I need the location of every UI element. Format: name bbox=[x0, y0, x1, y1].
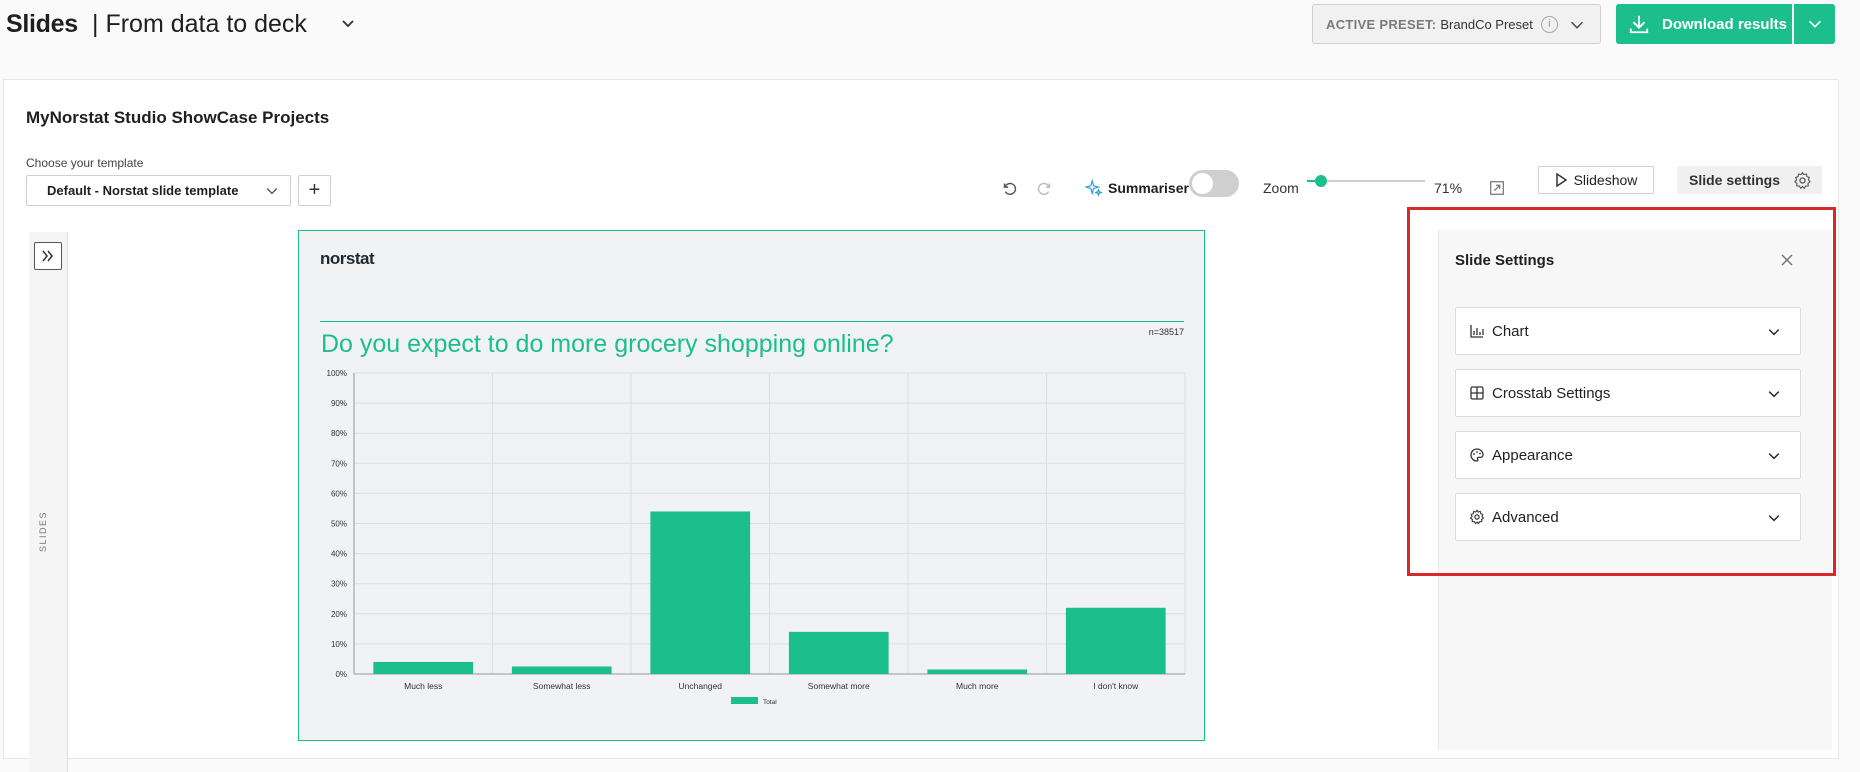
undo-button[interactable] bbox=[1000, 172, 1018, 204]
project-title[interactable]: | From data to deck bbox=[92, 10, 307, 39]
table-icon bbox=[1470, 386, 1484, 400]
chevron-down-icon bbox=[1768, 515, 1780, 522]
chevron-down-icon bbox=[1768, 391, 1780, 398]
chart-bar bbox=[1065, 607, 1166, 674]
chevron-down-icon bbox=[1808, 20, 1821, 28]
chart-bar bbox=[373, 661, 474, 674]
crosstab-section-label: Crosstab Settings bbox=[1492, 384, 1611, 402]
palette-icon bbox=[1470, 448, 1484, 462]
zoom-value: 71% bbox=[1434, 180, 1463, 196]
y-tick-label: 80% bbox=[331, 429, 347, 438]
summariser-control: Summariser bbox=[1085, 172, 1189, 204]
chart-bar bbox=[511, 666, 612, 674]
play-icon bbox=[1555, 173, 1567, 187]
project-name: MyNorstat Studio ShowCase Projects bbox=[26, 108, 330, 127]
summariser-toggle[interactable] bbox=[1189, 170, 1239, 197]
x-tick-label: Somewhat more bbox=[808, 681, 870, 691]
zoom-slider-thumb[interactable] bbox=[1315, 175, 1328, 187]
y-tick-label: 40% bbox=[331, 550, 347, 559]
chart-section[interactable]: Chart bbox=[1455, 307, 1801, 355]
template-value: Default - Norstat slide template bbox=[47, 183, 239, 198]
y-tick-label: 90% bbox=[331, 399, 347, 408]
summariser-label: Summariser bbox=[1108, 180, 1189, 196]
chart-bar bbox=[650, 511, 751, 674]
y-tick-label: 50% bbox=[331, 520, 347, 529]
slides-rail-label: SLIDES bbox=[38, 510, 48, 552]
y-tick-label: 100% bbox=[327, 369, 347, 378]
chart-bar bbox=[927, 669, 1028, 674]
gear-icon bbox=[1469, 509, 1485, 525]
gear-icon bbox=[1794, 171, 1811, 190]
advanced-section-label: Advanced bbox=[1492, 508, 1559, 526]
x-tick-label: Unchanged bbox=[679, 681, 723, 691]
x-tick-label: I don't know bbox=[1093, 681, 1139, 691]
chart-section-label: Chart bbox=[1492, 322, 1529, 340]
preset-label: ACTIVE PRESET: bbox=[1326, 16, 1437, 32]
legend-swatch bbox=[731, 697, 758, 704]
bar-chart: 0% 10% 20% 30% 40% 50% 60% 70% 80% 90% 100% Much le… bbox=[327, 369, 1186, 706]
chevron-down-icon bbox=[1768, 453, 1780, 460]
panel-title: Slide Settings bbox=[1455, 252, 1555, 269]
top-bar: Slides | From data to deck ACTIVE PRESET… bbox=[0, 0, 1860, 78]
chevron-down-icon bbox=[1768, 329, 1780, 336]
appearance-section-label: Appearance bbox=[1492, 446, 1573, 464]
expand-icon bbox=[1490, 181, 1504, 195]
template-label: Choose your template bbox=[26, 156, 144, 170]
bar-chart-icon bbox=[1470, 325, 1484, 338]
undo-icon bbox=[1003, 182, 1017, 195]
x-tick-label: Much more bbox=[956, 681, 999, 691]
zoom-slider[interactable] bbox=[1307, 175, 1425, 187]
slide-settings-panel: Slide Settings Chart Crosstab Settings A… bbox=[1438, 230, 1832, 750]
appearance-section[interactable]: Appearance bbox=[1455, 431, 1801, 479]
double-chevron-right-icon bbox=[42, 250, 53, 262]
slide-settings-button[interactable]: Slide settings bbox=[1677, 166, 1822, 194]
slides-rail: SLIDES bbox=[29, 232, 68, 772]
expand-rail-button[interactable] bbox=[34, 242, 62, 270]
slide-canvas[interactable]: norstat n=38517 Do you expect to do more… bbox=[298, 230, 1205, 741]
chevron-down-icon[interactable] bbox=[338, 14, 358, 34]
y-tick-label: 10% bbox=[331, 640, 347, 649]
chevron-down-icon bbox=[266, 188, 278, 195]
slideshow-label: Slideshow bbox=[1573, 172, 1638, 188]
template-select[interactable]: Default - Norstat slide template bbox=[26, 175, 291, 206]
y-tick-label: 70% bbox=[331, 459, 347, 468]
sparkle-icon bbox=[1085, 179, 1103, 197]
download-results-button[interactable]: Download results bbox=[1616, 4, 1792, 44]
download-icon bbox=[1629, 15, 1649, 34]
toggle-knob bbox=[1192, 173, 1213, 194]
x-tick-label: Somewhat less bbox=[533, 681, 591, 691]
slide-settings-label: Slide settings bbox=[1689, 172, 1781, 188]
y-tick-label: 60% bbox=[331, 489, 347, 498]
active-preset-dropdown[interactable]: ACTIVE PRESET: BrandCo Preset i bbox=[1312, 4, 1601, 44]
y-tick-label: 30% bbox=[331, 580, 347, 589]
download-label: Download results bbox=[1662, 15, 1788, 33]
fit-to-screen-button[interactable] bbox=[1488, 172, 1506, 204]
add-template-button[interactable]: + bbox=[298, 175, 331, 206]
advanced-section[interactable]: Advanced bbox=[1455, 493, 1801, 541]
crosstab-settings-section[interactable]: Crosstab Settings bbox=[1455, 369, 1801, 417]
legend-label: Total bbox=[763, 699, 777, 706]
chevron-down-icon bbox=[1571, 21, 1583, 29]
close-icon[interactable] bbox=[1779, 252, 1795, 268]
y-tick-label: 20% bbox=[331, 610, 347, 619]
zoom-label: Zoom bbox=[1263, 180, 1299, 196]
redo-icon bbox=[1037, 182, 1051, 195]
preset-value: BrandCo Preset bbox=[1440, 16, 1533, 32]
slideshow-button[interactable]: Slideshow bbox=[1538, 166, 1654, 194]
info-icon[interactable]: i bbox=[1540, 15, 1558, 33]
redo-button[interactable] bbox=[1036, 172, 1054, 204]
x-tick-label: Much less bbox=[404, 681, 442, 691]
y-tick-label: 0% bbox=[335, 670, 347, 679]
chart-bar bbox=[788, 631, 889, 674]
download-options-button[interactable] bbox=[1794, 4, 1835, 44]
app-title: Slides bbox=[6, 10, 78, 38]
